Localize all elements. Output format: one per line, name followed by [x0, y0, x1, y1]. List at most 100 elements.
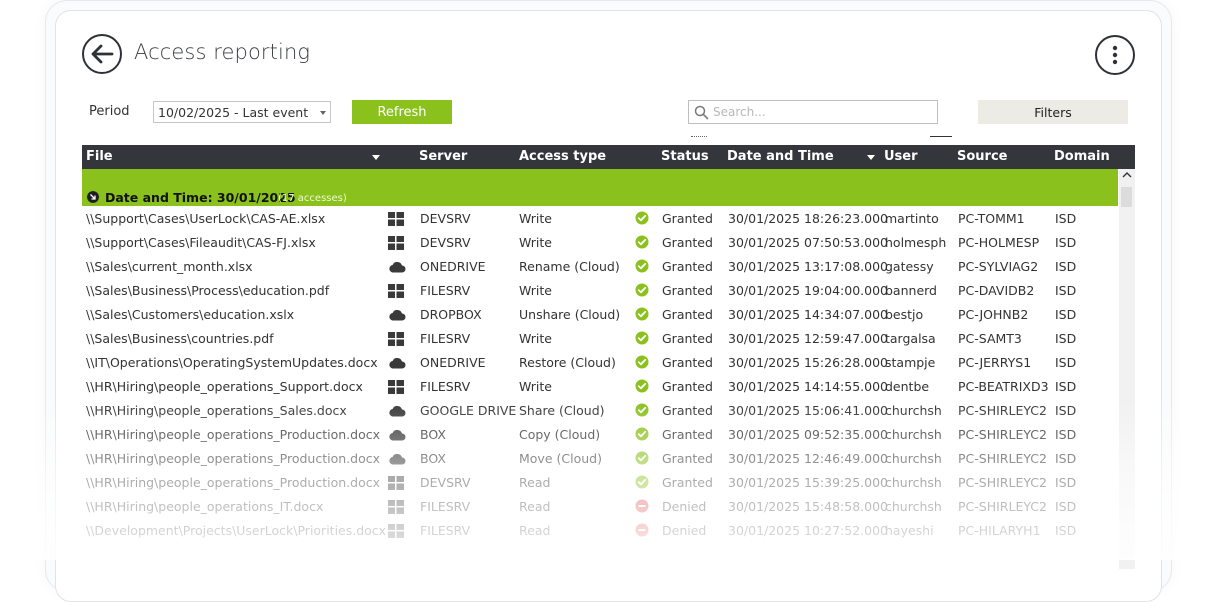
column-header-date-time[interactable]: Date and Time — [727, 149, 834, 164]
more-options-button[interactable] — [1095, 35, 1135, 75]
search-input[interactable] — [713, 103, 928, 121]
sort-down-icon[interactable] — [867, 155, 875, 160]
source-host: PC-HILARYH1 — [958, 523, 1041, 538]
server-name: FILESRV — [420, 283, 471, 298]
table-row[interactable]: \\HR\Hiring\people_operations_Support.do… — [82, 374, 1118, 398]
date-time: 30/01/2025 15:39:25.000 — [728, 475, 888, 490]
date-time: 30/01/2025 14:34:07.000 — [728, 307, 888, 322]
column-header-source[interactable]: Source — [957, 149, 1007, 164]
server-name: FILESRV — [420, 499, 471, 514]
chevron-down-icon — [320, 111, 326, 115]
search-divider-right — [930, 136, 952, 137]
user-name: martinto — [885, 211, 939, 226]
file-path: \\Support\Cases\UserLock\CAS-AE.xlsx — [86, 211, 326, 226]
server-name: DEVSRV — [420, 475, 471, 490]
search-box[interactable] — [688, 100, 938, 124]
filters-button[interactable]: Filters — [978, 100, 1128, 124]
server-name: GOOGLE DRIVE — [420, 403, 517, 418]
column-header-user[interactable]: User — [884, 149, 918, 164]
cloud-icon — [388, 428, 406, 444]
access-type: Share (Cloud) — [519, 403, 605, 418]
file-path: \\Development\Projects\UserLock\Prioriti… — [86, 523, 387, 538]
server-name: BOX — [420, 451, 446, 466]
server-name: ONEDRIVE — [420, 259, 486, 274]
access-type: Rename (Cloud) — [519, 259, 620, 274]
grid-header: File Server Access type Status Date and … — [82, 145, 1135, 169]
access-type: Read — [519, 475, 551, 490]
server-name: BOX — [420, 427, 446, 442]
table-row[interactable]: \\Support\Cases\UserLock\CAS-AE.xlsx DEVS… — [82, 206, 1118, 230]
status-text: Granted — [662, 307, 713, 322]
check-icon — [635, 283, 649, 300]
group-row-date[interactable]: Date and Time: 30/01/2025 (17 accesses) — [82, 169, 1118, 206]
access-type: Write — [519, 379, 553, 394]
column-header-access-type[interactable]: Access type — [519, 149, 606, 164]
table-row[interactable]: \\Sales\Business\countries.pdf FILESRV Wri… — [82, 326, 1118, 350]
table-row[interactable]: \\HR\Hiring\people_operations_Production… — [82, 470, 1118, 494]
cloud-icon — [388, 308, 406, 324]
user-name: bestjo — [885, 307, 924, 322]
check-icon — [635, 259, 649, 276]
collapse-group-icon[interactable] — [87, 191, 99, 203]
scrollbar-thumb[interactable] — [1121, 187, 1132, 207]
chevron-up-icon[interactable] — [1122, 171, 1132, 179]
table-row[interactable]: \\Sales\current_month.xlsx ONEDRIVE Rename… — [82, 254, 1118, 278]
check-icon — [635, 427, 649, 444]
windows-icon — [388, 236, 404, 253]
table-row[interactable]: \\HR\Hiring\people_operations_Production… — [82, 446, 1118, 470]
source-host: PC-BEATRIXD3 — [958, 379, 1049, 394]
status-text: Granted — [662, 259, 713, 274]
file-path: \\Sales\current_month.xlsx — [86, 259, 253, 274]
domain-name: ISD — [1055, 451, 1077, 466]
table-row[interactable]: \\Sales\Customers\education.xslx DROPBOX U… — [82, 302, 1118, 326]
cloud-icon — [388, 260, 406, 276]
windows-icon — [388, 332, 404, 349]
table-row[interactable]: \\HR\Hiring\people_operations_Sales.docx… — [82, 398, 1118, 422]
windows-icon — [388, 500, 404, 517]
domain-name: ISD — [1055, 307, 1077, 322]
access-type: Unshare (Cloud) — [519, 307, 621, 322]
table-row[interactable]: \\IT\Operations\OperatingSystemUpdates.d… — [82, 350, 1118, 374]
column-header-server[interactable]: Server — [419, 149, 467, 164]
table-row[interactable]: \\HR\Hiring\people_operations_Production… — [82, 422, 1118, 446]
denied-icon — [635, 523, 649, 540]
back-button[interactable] — [82, 34, 122, 74]
cloud-icon — [388, 452, 406, 468]
check-icon — [635, 331, 649, 348]
user-name: hayeshi — [885, 523, 934, 538]
status-text: Denied — [662, 499, 707, 514]
source-host: PC-SHIRLEYC2 — [958, 403, 1047, 418]
column-header-file[interactable]: File — [86, 149, 113, 164]
table-row[interactable]: \\Development\Projects\UserLock\Prioriti… — [82, 518, 1118, 542]
date-time: 30/01/2025 12:59:47.000 — [728, 331, 888, 346]
date-time: 30/01/2025 18:26:23.000 — [728, 211, 888, 226]
access-type: Read — [519, 499, 551, 514]
server-name: FILESRV — [420, 523, 471, 538]
windows-icon — [388, 284, 404, 301]
vertical-scrollbar[interactable] — [1119, 169, 1135, 569]
group-count: (17 accesses) — [278, 193, 347, 204]
table-row[interactable]: \\HR\Hiring\people_operations_IT.docx FIL… — [82, 494, 1118, 518]
user-name: churchsh — [885, 475, 942, 490]
source-host: PC-HOLMESP — [958, 235, 1040, 250]
period-select[interactable]: 10/02/2025 - Last event — [153, 101, 331, 123]
file-path: \\HR\Hiring\people_operations_Production… — [86, 475, 381, 490]
status-text: Granted — [662, 451, 713, 466]
column-header-status[interactable]: Status — [661, 149, 709, 164]
table-row[interactable]: \\Support\Cases\Fileaudit\CAS-FJ.xlsx DEV… — [82, 230, 1118, 254]
table-row[interactable]: \\Sales\Business\Process\education.pdf FI… — [82, 278, 1118, 302]
domain-name: ISD — [1055, 475, 1077, 490]
domain-name: ISD — [1055, 235, 1077, 250]
status-text: Granted — [662, 403, 713, 418]
column-header-domain[interactable]: Domain — [1054, 149, 1110, 164]
source-host: PC-SHIRLEYC2 — [958, 499, 1047, 514]
more-vertical-icon — [1112, 45, 1118, 65]
user-name: holmesph — [885, 235, 947, 250]
windows-icon — [388, 380, 404, 397]
refresh-button[interactable]: Refresh — [352, 100, 452, 124]
sort-down-icon[interactable] — [372, 155, 380, 160]
access-type: Write — [519, 235, 553, 250]
server-name: DROPBOX — [420, 307, 482, 322]
domain-name: ISD — [1055, 403, 1077, 418]
date-time: 30/01/2025 15:06:41.000 — [728, 403, 888, 418]
